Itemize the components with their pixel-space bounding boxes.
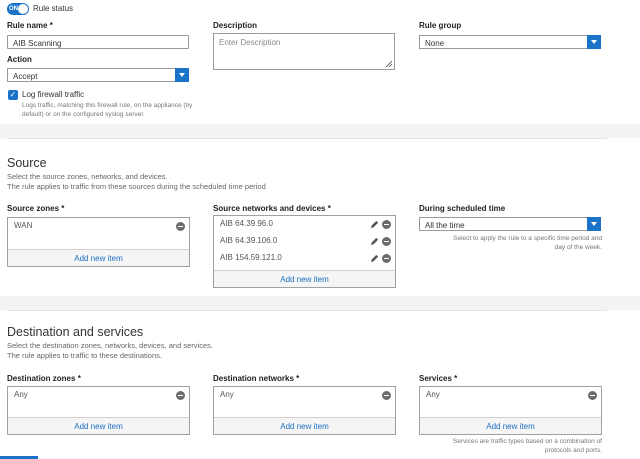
- action-select[interactable]: Accept: [7, 68, 189, 82]
- services-hint-line2: protocols and ports.: [544, 447, 602, 454]
- schedule-select[interactable]: All the time: [419, 217, 601, 231]
- description-placeholder: Enter Description: [219, 38, 281, 47]
- section-band: [0, 124, 640, 138]
- list-item-text: Any: [426, 390, 440, 399]
- list-item[interactable]: AIB 154.59.121.0: [214, 250, 395, 267]
- source-section-desc: Select the source zones, networks, and d…: [7, 172, 266, 192]
- destination-sub-line2: The rule applies to traffic to these des…: [7, 351, 162, 360]
- toggle-knob: [18, 4, 28, 14]
- required-marker: *: [327, 204, 331, 213]
- list-item[interactable]: AIB 64.39.106.0: [214, 233, 395, 250]
- destination-section-desc: Select the destination zones, networks, …: [7, 341, 213, 361]
- rule-name-value: AIB Scanning: [13, 39, 62, 48]
- section-band: [0, 296, 640, 310]
- rule-name-label-text: Rule name: [7, 21, 48, 30]
- chevron-down-icon[interactable]: [587, 217, 601, 231]
- destination-zones-label: Destination zones *: [7, 374, 81, 383]
- destination-zones-list: Any Add new item: [7, 386, 190, 435]
- services-label-text: Services: [419, 374, 452, 383]
- minus-circle-icon[interactable]: [382, 254, 391, 263]
- services-hint-line1: Services are traffic types based on a co…: [452, 438, 602, 445]
- log-traffic-label: Log firewall traffic: [22, 90, 85, 99]
- destination-sub-line1: Select the destination zones, networks, …: [7, 341, 213, 350]
- required-marker: *: [61, 204, 65, 213]
- schedule-hint-line2: day of the week.: [554, 244, 602, 251]
- action-label: Action: [7, 55, 32, 64]
- schedule-hint-line1: Select to apply the rule to a specific t…: [453, 235, 602, 242]
- source-section-title: Source: [7, 156, 47, 170]
- minus-circle-icon[interactable]: [176, 391, 185, 400]
- source-zones-label: Source zones *: [7, 204, 64, 213]
- description-textarea[interactable]: Enter Description: [213, 33, 395, 70]
- log-traffic-checkbox[interactable]: ✓: [8, 90, 18, 100]
- list-item-text: AIB 154.59.121.0: [220, 253, 282, 262]
- description-label: Description: [213, 21, 258, 30]
- services-label: Services *: [419, 374, 457, 383]
- minus-circle-icon[interactable]: [382, 237, 391, 246]
- source-networks-label: Source networks and devices *: [213, 204, 331, 213]
- destination-networks-label-text: Destination networks: [213, 374, 294, 383]
- source-sub-line1: Select the source zones, networks, and d…: [7, 172, 168, 181]
- toggle-on-text: ON: [9, 6, 18, 12]
- schedule-hint: Select to apply the rule to a specific t…: [419, 234, 602, 252]
- chevron-down-icon[interactable]: [175, 68, 189, 82]
- divider: [7, 138, 607, 139]
- required-marker: *: [454, 374, 458, 383]
- required-marker: *: [296, 374, 300, 383]
- rule-name-label: Rule name *: [7, 21, 53, 30]
- schedule-label: During scheduled time: [419, 204, 506, 213]
- chevron-down-icon[interactable]: [587, 35, 601, 49]
- add-new-item-button[interactable]: Add new item: [214, 270, 395, 287]
- action-value: Accept: [13, 72, 38, 81]
- required-marker: *: [77, 374, 81, 383]
- pencil-icon[interactable]: [370, 237, 379, 246]
- add-new-item-button[interactable]: Add new item: [8, 417, 189, 434]
- schedule-value: All the time: [425, 221, 465, 230]
- destination-networks-label: Destination networks *: [213, 374, 299, 383]
- resize-handle-icon[interactable]: [386, 61, 392, 67]
- rule-status-label: Rule status: [33, 4, 74, 13]
- log-traffic-hint: Logs traffic, matching this firewall rul…: [22, 101, 222, 119]
- log-hint-line1: Logs traffic, matching this firewall rul…: [22, 102, 193, 109]
- rule-group-label: Rule group: [419, 21, 462, 30]
- list-item[interactable]: Any: [8, 387, 189, 404]
- services-list: Any Add new item: [419, 386, 602, 435]
- list-item-text: Any: [220, 390, 234, 399]
- source-zones-label-text: Source zones: [7, 204, 60, 213]
- list-item-text: AIB 64.39.106.0: [220, 236, 278, 245]
- add-new-item-button[interactable]: Add new item: [420, 417, 601, 434]
- list-item[interactable]: AIB 64.39.96.0: [214, 216, 395, 233]
- minus-circle-icon[interactable]: [382, 391, 391, 400]
- source-zones-list: WAN Add new item: [7, 217, 190, 267]
- destination-zones-label-text: Destination zones: [7, 374, 76, 383]
- check-icon: ✓: [9, 90, 17, 99]
- rule-group-select[interactable]: None: [419, 35, 601, 49]
- add-new-item-button[interactable]: Add new item: [8, 249, 189, 266]
- divider: [7, 310, 607, 311]
- minus-circle-icon[interactable]: [382, 220, 391, 229]
- destination-section-title: Destination and services: [7, 325, 144, 339]
- add-new-item-button[interactable]: Add new item: [214, 417, 395, 434]
- pencil-icon[interactable]: [370, 254, 379, 263]
- minus-circle-icon[interactable]: [176, 222, 185, 231]
- destination-networks-list: Any Add new item: [213, 386, 396, 435]
- source-networks-label-text: Source networks and devices: [213, 204, 326, 213]
- minus-circle-icon[interactable]: [588, 391, 597, 400]
- list-item[interactable]: Any: [420, 387, 601, 404]
- services-hint: Services are traffic types based on a co…: [419, 437, 602, 455]
- list-item[interactable]: WAN: [8, 218, 189, 235]
- list-item-text: WAN: [14, 221, 33, 230]
- required-marker: *: [49, 21, 53, 30]
- pencil-icon[interactable]: [370, 220, 379, 229]
- rule-status-toggle[interactable]: ON: [7, 3, 29, 15]
- list-item[interactable]: Any: [214, 387, 395, 404]
- rule-name-input[interactable]: AIB Scanning: [7, 35, 189, 49]
- source-sub-line2: The rule applies to traffic from these s…: [7, 182, 266, 191]
- list-item-text: AIB 64.39.96.0: [220, 219, 273, 228]
- log-hint-line2: default) or on the configured syslog ser…: [22, 111, 145, 118]
- list-item-text: Any: [14, 390, 28, 399]
- rule-group-value: None: [425, 39, 445, 48]
- source-networks-list: AIB 64.39.96.0 AIB 64.39.106.0 AIB 154.5…: [213, 215, 396, 288]
